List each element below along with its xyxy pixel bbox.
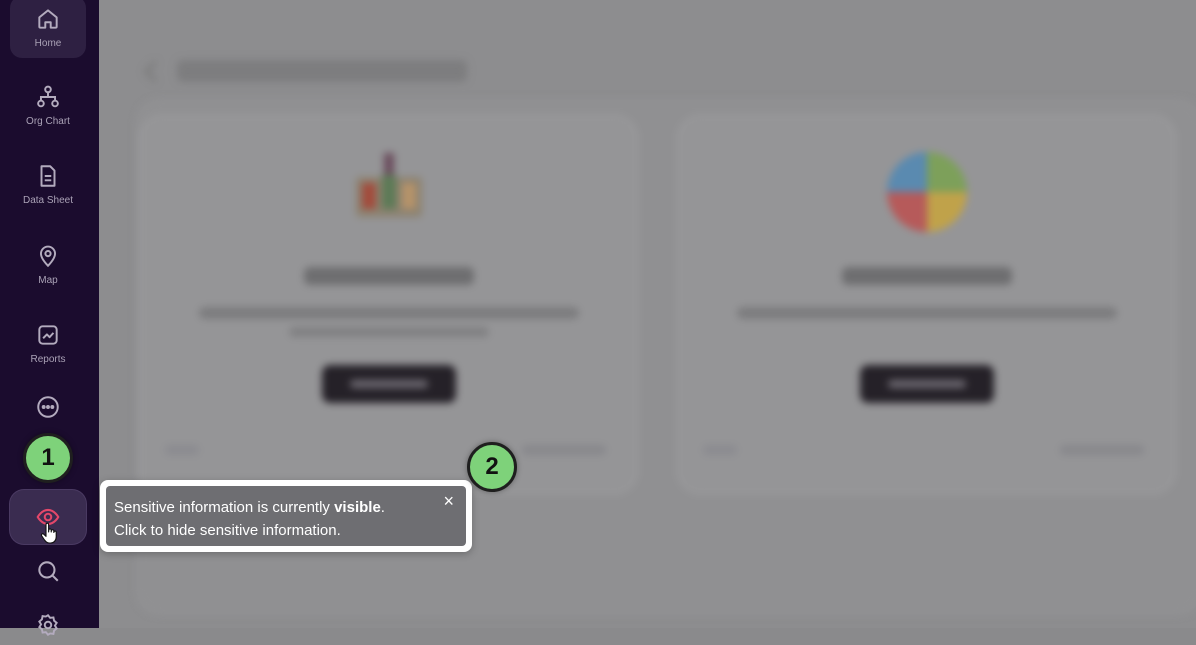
integration-card	[677, 115, 1176, 494]
card-title-placeholder	[303, 267, 474, 285]
card-action-button	[859, 365, 994, 403]
org-chart-icon	[37, 85, 59, 107]
card-description-placeholder	[736, 307, 1117, 319]
card-description-placeholder	[198, 307, 579, 319]
sidebar-item-map[interactable]: Map	[10, 233, 86, 295]
card-footer-right	[522, 445, 606, 455]
settings-icon	[38, 613, 58, 637]
tooltip-body: Sensitive information is currently visib…	[106, 486, 466, 546]
sidebar-item-label: Data Sheet	[22, 194, 74, 206]
sidebar-item-label: Map	[38, 274, 58, 286]
section-title-placeholder	[177, 60, 467, 82]
card-description-placeholder	[288, 327, 489, 337]
hand-cursor-icon	[40, 522, 57, 544]
more-icon	[37, 396, 59, 418]
card-title-placeholder	[841, 267, 1012, 285]
sidebar-item-more[interactable]	[10, 385, 86, 429]
tooltip-text-bold: visible	[334, 499, 381, 516]
integration-logo-icon	[355, 153, 422, 217]
reports-icon	[38, 324, 58, 345]
chevron-down-icon	[143, 60, 166, 83]
integration-logo-icon	[886, 152, 967, 232]
sidebar-item-label: Org Chart	[26, 115, 70, 127]
sidebar-item-org-chart[interactable]: Org Chart	[10, 74, 86, 136]
card-footer-left	[703, 445, 737, 455]
close-icon[interactable]: ×	[443, 492, 454, 510]
integration-card	[139, 115, 638, 494]
map-pin-icon	[39, 245, 57, 267]
search-icon	[38, 561, 59, 582]
document-icon	[40, 164, 56, 187]
step-marker-2: 2	[467, 442, 517, 492]
tooltip-text: .	[380, 499, 385, 516]
card-action-button	[321, 365, 456, 403]
sidebar-item-label: Reports	[30, 353, 66, 365]
tooltip-text-line2: Click to hide sensitive information.	[114, 522, 341, 539]
card-footer-right	[1060, 445, 1144, 455]
sidebar-item-data-sheet[interactable]: Data Sheet	[10, 153, 86, 215]
home-icon	[38, 8, 58, 29]
sidebar-item-label: Home	[34, 37, 62, 49]
sidebar-item-reports[interactable]: Reports	[10, 312, 86, 374]
sidebar-item-settings[interactable]	[10, 605, 86, 645]
sidebar-item-search[interactable]	[10, 550, 86, 592]
step-marker-1: 1	[23, 433, 73, 483]
sensitive-info-tooltip: Sensitive information is currently visib…	[100, 480, 472, 552]
card-footer-left	[165, 445, 199, 455]
sidebar: Home Org Chart Data Sheet Map Reports	[0, 0, 99, 637]
tooltip-text: Sensitive information is currently	[114, 499, 335, 516]
sidebar-item-home[interactable]: Home	[10, 0, 86, 58]
